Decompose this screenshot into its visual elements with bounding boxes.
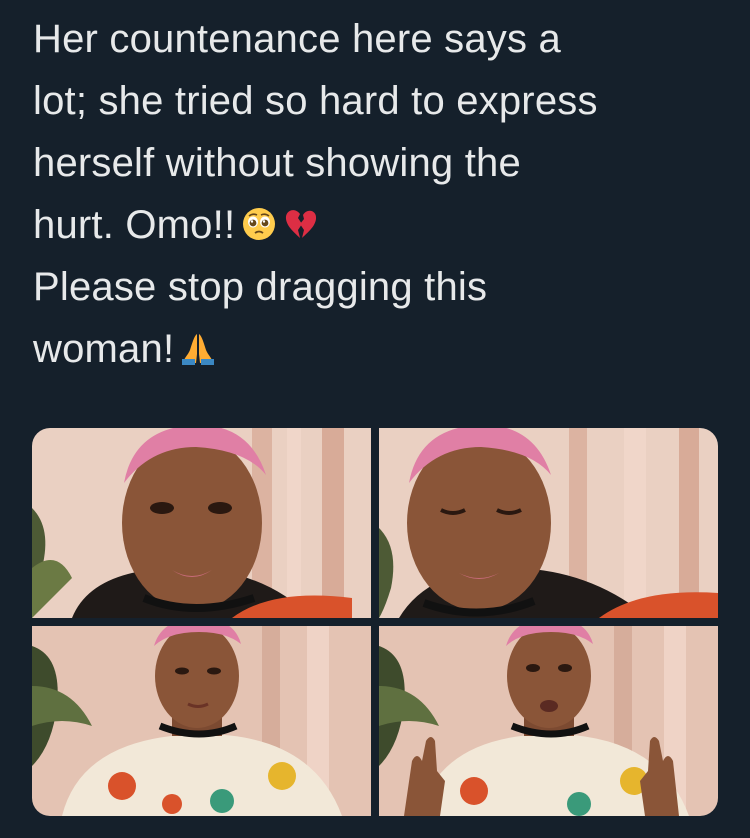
pleading-face-emoji [241, 206, 277, 242]
folded-hands-emoji [180, 330, 216, 366]
tweet-line-5: Please stop dragging this [33, 265, 488, 309]
tweet-line-6-container: woman! [33, 318, 723, 380]
tweet-media-grid [32, 428, 718, 816]
tweet-line-4-container: hurt. Omo!! [33, 194, 723, 256]
photo-4[interactable] [379, 626, 718, 816]
broken-heart-emoji [283, 206, 319, 242]
photo-3[interactable] [32, 626, 371, 816]
woman-portrait-photo [32, 626, 371, 816]
woman-portrait-photo [32, 428, 371, 618]
photo-2[interactable] [379, 428, 718, 618]
tweet-text: Her countenance here says a lot; she tri… [33, 8, 723, 380]
tweet-line-3: herself without showing the [33, 141, 521, 185]
woman-portrait-photo [379, 428, 718, 618]
tweet-line-1: Her countenance here says a [33, 17, 561, 61]
tweet-line-4: hurt. Omo!! [33, 203, 236, 247]
photo-1[interactable] [32, 428, 371, 618]
tweet-line-2: lot; she tried so hard to express [33, 79, 598, 123]
woman-portrait-photo [379, 626, 718, 816]
tweet-line-6: woman! [33, 327, 175, 371]
